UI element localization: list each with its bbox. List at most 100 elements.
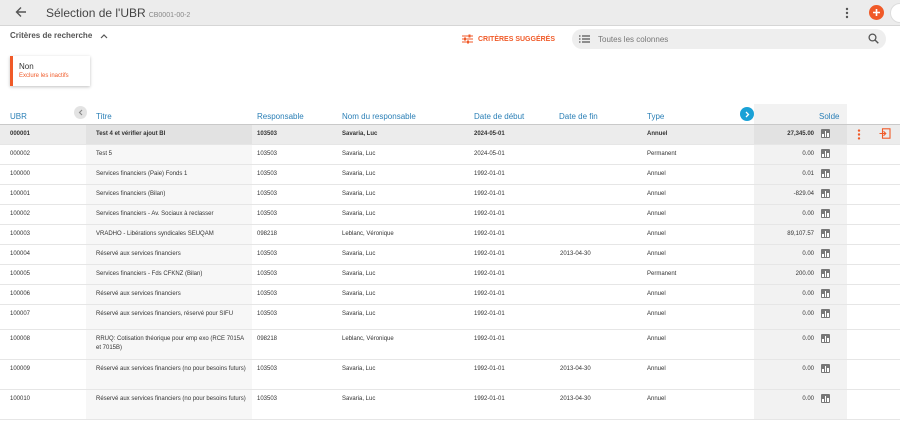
col-header-nom[interactable]: Nom du responsable	[342, 112, 416, 121]
chevron-right-icon[interactable]	[740, 107, 754, 121]
cell-titre: RRUQ: Cotisation théorique pour emp exo …	[96, 336, 244, 351]
cell-titre: Services financiers (Paie) Fonds 1	[96, 171, 188, 177]
cell-responsable: 103503	[257, 251, 278, 257]
cell-nom: Savaria, Luc	[342, 191, 376, 197]
solde-cell-bg	[754, 145, 847, 164]
cell-responsable: 098218	[257, 336, 278, 342]
cell-ubr: 100005	[10, 271, 31, 277]
bar-chart-icon[interactable]	[821, 249, 830, 258]
criteria-toggle[interactable]: Critères de recherche	[10, 31, 108, 40]
table-row[interactable]: 100010 Réservé aux services financiers (n…	[0, 390, 900, 420]
cell-responsable: 103503	[257, 366, 278, 372]
cell-solde: 0.00	[802, 311, 814, 317]
cell-debut: 1992-01-01	[474, 211, 505, 217]
cell-responsable: 103503	[257, 396, 278, 402]
cell-nom: Savaria, Luc	[342, 151, 376, 157]
bar-chart-icon[interactable]	[821, 269, 830, 278]
bar-chart-icon[interactable]	[821, 334, 830, 343]
chevron-left-icon[interactable]	[74, 106, 87, 119]
table-row[interactable]: 100003 VRADHO - Libérations syndicales SE…	[0, 225, 900, 245]
bar-chart-icon[interactable]	[821, 189, 830, 198]
cell-solde: 0.00	[802, 366, 814, 372]
inactive-filter-chip[interactable]: Non Exclure les inactifs	[10, 56, 90, 86]
cell-ubr: 100003	[10, 231, 31, 237]
cell-type: Annuel	[647, 191, 666, 197]
cell-nom: Savaria, Luc	[342, 291, 376, 297]
bar-chart-icon[interactable]	[821, 129, 830, 138]
cell-type: Annuel	[647, 291, 666, 297]
col-header-fin[interactable]: Date de fin	[559, 112, 598, 121]
cell-solde: 0.00	[802, 211, 814, 217]
criteria-toggle-label: Critères de recherche	[10, 31, 93, 40]
goto-icon[interactable]	[879, 128, 891, 141]
search-input[interactable]	[598, 34, 858, 44]
cell-type: Annuel	[647, 231, 666, 237]
cell-titre: Réservé aux services financiers	[96, 251, 181, 257]
cell-solde: 200.00	[795, 271, 814, 277]
col-header-responsable[interactable]: Responsable	[257, 112, 304, 121]
bar-chart-icon[interactable]	[821, 169, 830, 178]
col-header-debut[interactable]: Date de début	[474, 112, 524, 121]
list-icon[interactable]	[579, 35, 590, 43]
cell-responsable: 103503	[257, 151, 278, 157]
bar-chart-icon[interactable]	[821, 229, 830, 238]
table-row[interactable]: 100000 Services financiers (Paie) Fonds 1…	[0, 165, 900, 185]
suggested-criteria-button[interactable]: CRITÈRES SUGGÉRÉS	[462, 34, 555, 44]
table-row[interactable]: 100005 Services financiers - Fds CFKNZ (B…	[0, 265, 900, 285]
table-row[interactable]: 100002 Services financiers - Av. Sociaux …	[0, 205, 900, 225]
bar-chart-icon[interactable]	[821, 394, 830, 403]
page-title: Sélection de l'UBR CB0001-00-2	[46, 6, 190, 20]
chip-value: Non	[19, 62, 34, 71]
cell-solde: 0.01	[802, 171, 814, 177]
cell-titre: Test 4 et vérifier ajout BI	[96, 131, 166, 137]
table-row[interactable]: 000001 Test 4 et vérifier ajout BI 103503 S…	[0, 125, 900, 145]
cell-ubr: 100000	[10, 171, 31, 177]
col-header-type[interactable]: Type	[647, 112, 664, 121]
cell-debut: 1992-01-01	[474, 291, 505, 297]
row-kebab-icon[interactable]	[857, 129, 861, 142]
kebab-icon[interactable]	[840, 4, 854, 22]
solde-cell-bg	[754, 330, 847, 359]
cell-solde: 0.00	[802, 336, 814, 342]
cell-titre: Réservé aux services financiers (no pour…	[96, 366, 246, 372]
cell-debut: 1992-01-01	[474, 396, 505, 402]
col-header-solde[interactable]: Solde	[819, 112, 839, 121]
cell-solde: 0.00	[802, 396, 814, 402]
bar-chart-icon[interactable]	[821, 149, 830, 158]
table-row[interactable]: 100001 Services financiers (Bilan) 103503 S…	[0, 185, 900, 205]
chip-subtitle: Exclure les inactifs	[19, 73, 69, 79]
avatar[interactable]	[890, 3, 900, 23]
search-bar	[572, 29, 886, 49]
cell-type: Permanent	[647, 151, 677, 157]
bar-chart-icon[interactable]	[821, 289, 830, 298]
arrow-left-icon[interactable]	[12, 3, 30, 21]
bar-chart-icon[interactable]	[821, 209, 830, 218]
table-row[interactable]: 100008 RRUQ: Cotisation théorique pour em…	[0, 330, 900, 360]
table-row[interactable]: 100007 Réservé aux services financiers, r…	[0, 305, 900, 330]
cell-debut: 1992-01-01	[474, 336, 505, 342]
cell-titre: Services financiers (Bilan)	[96, 191, 166, 197]
cell-debut: 1992-01-01	[474, 311, 505, 317]
search-icon[interactable]	[868, 33, 879, 46]
solde-cell-bg	[754, 205, 847, 224]
table-row[interactable]: 000002 Test 5 103503 Savaria, Luc 2024-05-01…	[0, 145, 900, 165]
table-row[interactable]: 100009 Réservé aux services financiers (n…	[0, 360, 900, 390]
cell-responsable: 103503	[257, 211, 278, 217]
cell-responsable: 103503	[257, 131, 278, 137]
solde-cell-bg	[754, 360, 847, 389]
bar-chart-icon[interactable]	[821, 364, 830, 373]
cell-responsable: 103503	[257, 171, 278, 177]
cell-ubr: 100006	[10, 291, 31, 297]
plus-circle-icon[interactable]	[869, 5, 884, 20]
cell-debut: 2024-05-01	[474, 151, 505, 157]
cell-solde: 0.00	[802, 251, 814, 257]
table-row[interactable]: 100004 Réservé aux services financiers 103…	[0, 245, 900, 265]
cell-ubr: 000002	[10, 151, 31, 157]
col-header-titre[interactable]: Titre	[96, 112, 112, 121]
cell-debut: 1992-01-01	[474, 251, 505, 257]
col-header-ubr[interactable]: UBR	[10, 112, 27, 121]
table-row[interactable]: 100006 Réservé aux services financiers 103…	[0, 285, 900, 305]
bar-chart-icon[interactable]	[821, 309, 830, 318]
cell-responsable: 098218	[257, 231, 278, 237]
solde-cell-bg	[754, 245, 847, 264]
